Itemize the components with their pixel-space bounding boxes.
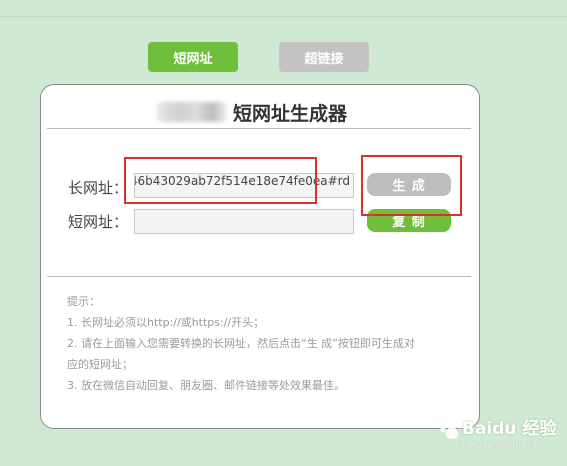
tab-short-url[interactable]: 短网址 [148,42,238,72]
tip-item: 2. 请在上面输入您需要转换的长网址，然后点击“生 成”按钮即可生成对 [67,337,415,350]
tip-item: 3. 放在微信自动回复、朋友圈、邮件链接等处效果最佳。 [67,379,345,392]
long-url-label: 长网址： [68,179,129,197]
top-divider [0,16,567,17]
paw-logo-icon [440,416,463,439]
highlight-box-generate [361,155,462,216]
baidu-watermark: Baidu 经验 jingyan.baidu.com [440,402,565,464]
tip-item: 应的短网址； [67,358,133,371]
short-url-label: 短网址： [68,213,129,231]
tips-divider [47,276,471,277]
tips-section: 提示： 1. 长网址必须以http://或https://开头； 2. 请在上面… [67,291,467,396]
card-title: 短网址生成器 [233,103,348,125]
tab-separator [258,44,259,70]
blurred-logo [157,102,227,122]
watermark-text: Baidu 经验 [462,419,557,439]
tip-item: 1. 长网址必须以http://或https://开头； [67,316,265,329]
short-url-input[interactable] [134,209,354,234]
generator-card: 短网址生成器 长网址： 01f46b43029ab72f514e18e74fe0… [40,84,480,429]
highlight-box-long-url [124,157,317,204]
watermark-url: jingyan.baidu.com [460,442,544,452]
title-divider [47,128,471,129]
tab-hyperlink[interactable]: 超链接 [279,42,369,72]
tips-heading: 提示： [67,295,100,308]
